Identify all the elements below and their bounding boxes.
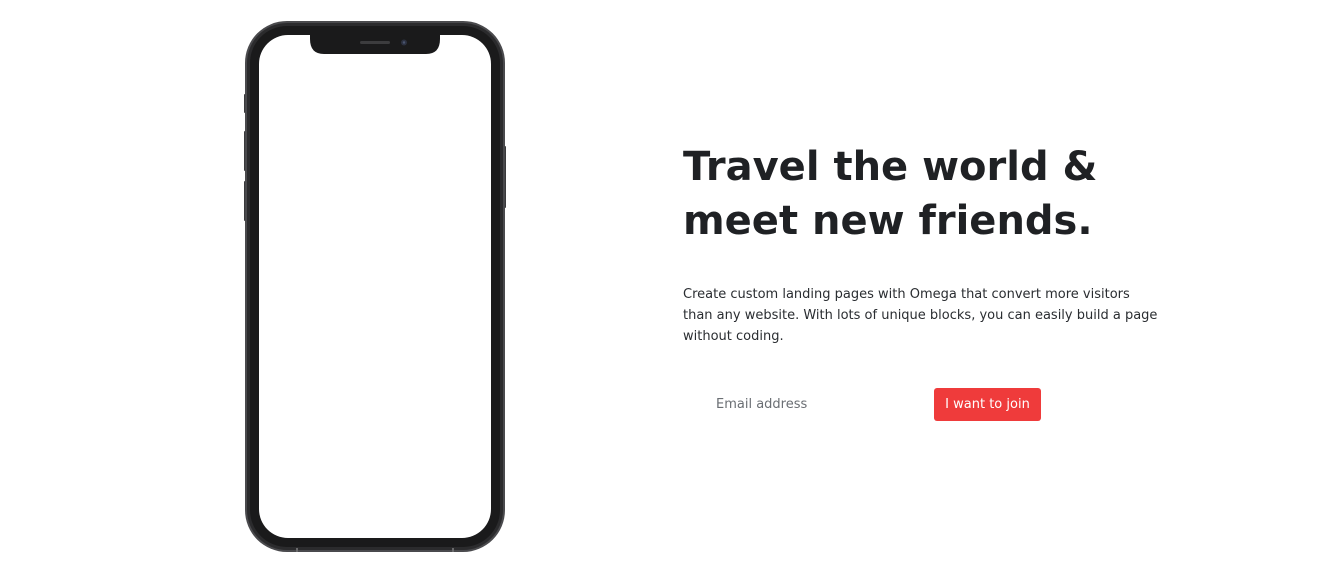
hero-description: Create custom landing pages with Omega t… [683,287,1158,344]
phone-mockup-image [244,21,506,552]
hero-section: Travel the world & meet new friends. Cre… [683,140,1183,347]
email-input[interactable] [683,388,923,421]
landing-page: Travel the world & meet new friends. Cre… [0,0,1343,573]
hero-title-line-2: meet new friends. [683,198,1093,244]
hero-title: Travel the world & meet new friends. [683,140,1183,248]
signup-form: I want to join [683,388,1041,421]
hero-title-line-1: Travel the world & [683,144,1098,190]
join-button[interactable]: I want to join [934,388,1041,421]
